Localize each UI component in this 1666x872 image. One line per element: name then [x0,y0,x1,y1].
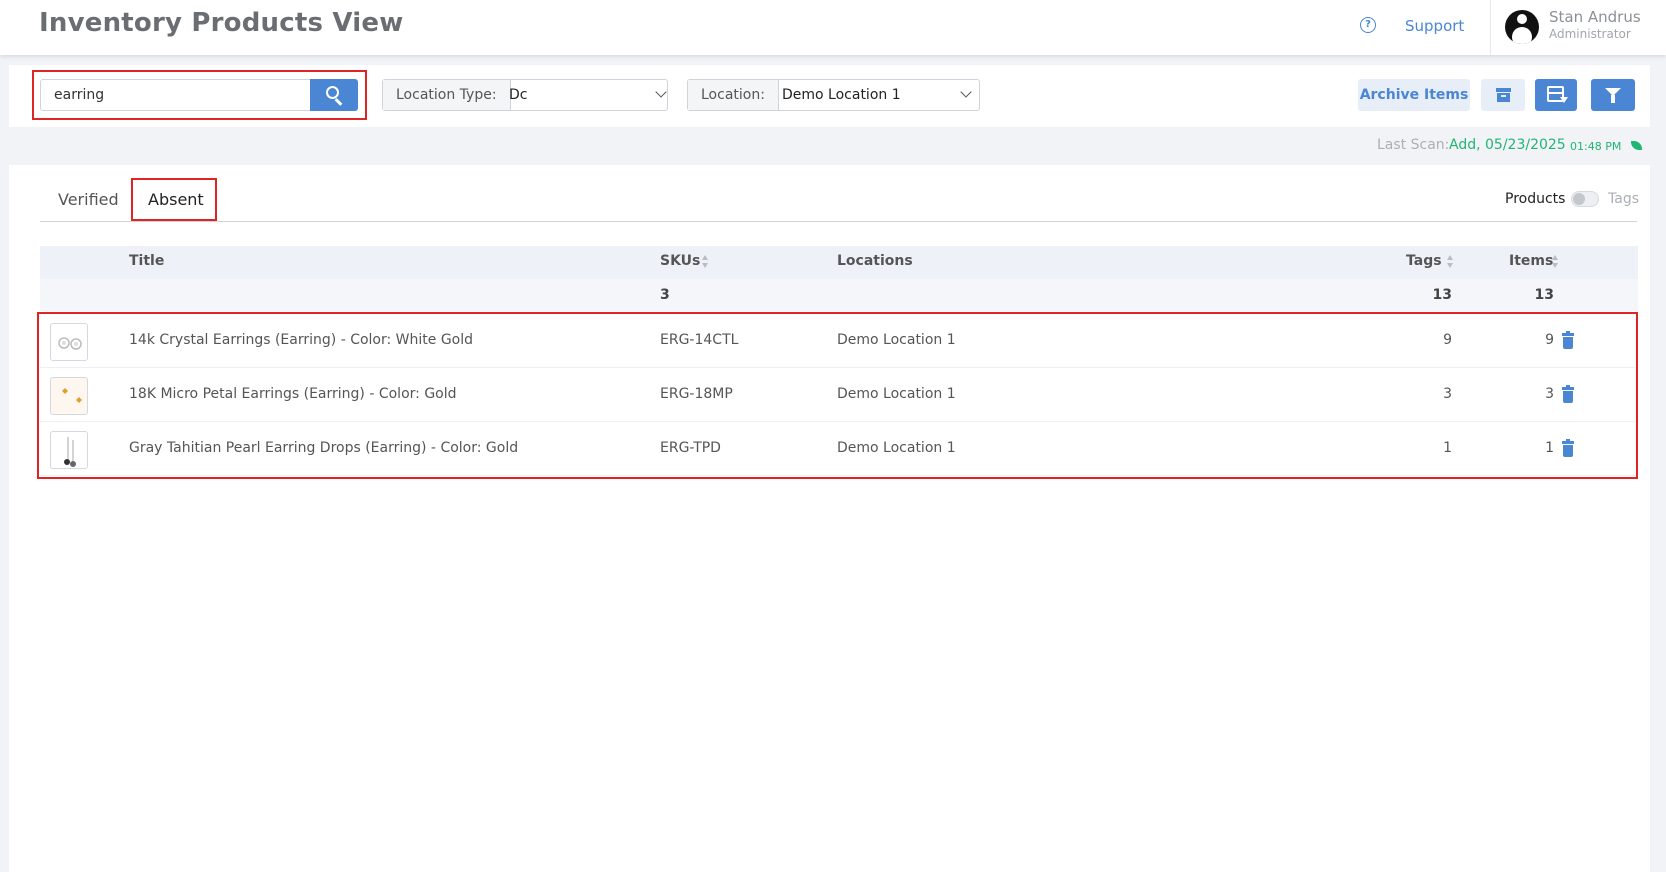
table-row[interactable]: 18K Micro Petal Earrings (Earring) - Col… [40,368,1635,422]
user-menu[interactable]: Stan Andrus Administrator [1490,0,1650,55]
total-items: 13 [1534,287,1554,303]
column-header-skus[interactable]: SKUs [660,253,700,269]
last-scan-time: 01:48 PM [1570,140,1622,153]
user-role: Administrator [1549,27,1631,41]
row-sku: ERG-TPD [660,440,721,456]
trash-icon[interactable] [1562,385,1574,403]
location-type-label: Location Type: [383,80,511,110]
row-location: Demo Location 1 [837,440,956,456]
sort-icon[interactable] [1552,255,1559,269]
row-tags: 3 [1443,386,1452,402]
location-select[interactable]: Location: Demo Location 1 [687,79,980,111]
row-title[interactable]: Gray Tahitian Pearl Earring Drops (Earri… [129,440,518,456]
column-header-locations: Locations [837,253,913,269]
search-button[interactable] [310,79,358,111]
last-scan-label: Last Scan: [1377,137,1450,153]
filter-button[interactable] [1591,79,1635,111]
row-location: Demo Location 1 [837,386,956,402]
row-items: 9 [1545,332,1554,348]
left-margin [0,55,9,872]
products-tags-toggle[interactable] [1571,191,1599,207]
row-items: 1 [1545,440,1554,456]
column-header-tags[interactable]: Tags [1406,253,1442,269]
total-tags: 13 [1432,287,1452,303]
sort-icon[interactable] [702,255,709,269]
product-thumbnail [50,377,88,415]
trash-icon[interactable] [1562,439,1574,457]
question-circle-icon[interactable]: ? [1360,17,1376,33]
tab-divider [40,221,1637,222]
totals-row: 3 13 13 [40,279,1638,311]
support-link[interactable]: Support [1405,17,1464,35]
row-tags: 9 [1443,332,1452,348]
right-margin [1650,55,1666,872]
table-row[interactable]: 14k Crystal Earrings (Earring) - Color: … [40,314,1635,368]
location-type-value: Dc [509,87,528,103]
last-scan-value: Add, 05/23/2025 [1449,137,1566,153]
row-sku: ERG-18MP [660,386,733,402]
avatar [1505,10,1539,44]
table-row[interactable]: Gray Tahitian Pearl Earring Drops (Earri… [40,422,1635,476]
user-name: Stan Andrus [1549,8,1641,26]
product-thumbnail [50,323,88,361]
toggle-knob [1573,193,1585,205]
column-header-title: Title [129,253,165,269]
location-value: Demo Location 1 [782,87,901,103]
total-skus: 3 [660,287,670,303]
location-type-select[interactable]: Location Type: Dc [382,79,668,111]
sort-icon[interactable] [1447,255,1454,269]
row-title[interactable]: 14k Crystal Earrings (Earring) - Color: … [129,332,473,348]
toggle-products-label: Products [1505,191,1566,207]
chevron-down-icon [960,86,972,98]
toggle-tags-label: Tags [1608,191,1639,207]
row-location: Demo Location 1 [837,332,956,348]
trash-icon[interactable] [1562,331,1574,349]
archive-box-button[interactable] [1481,79,1525,111]
location-label: Location: [688,80,779,110]
row-items: 3 [1545,386,1554,402]
top-bar: Inventory Products View ? Support Stan A… [0,0,1666,55]
tab-verified[interactable]: Verified [58,190,119,209]
export-excel-button[interactable] [1535,79,1577,111]
product-thumbnail [50,431,88,469]
row-sku: ERG-14CTL [660,332,739,348]
column-header-items[interactable]: Items [1509,253,1553,269]
table-header: Title SKUs Locations Tags Items [40,246,1638,279]
archive-items-button[interactable]: Archive Items [1358,79,1470,111]
search-input[interactable] [40,79,311,111]
row-tags: 1 [1443,440,1452,456]
tab-absent[interactable]: Absent [148,190,204,209]
content-top-gap [9,55,1650,65]
row-title[interactable]: 18K Micro Petal Earrings (Earring) - Col… [129,386,457,402]
chevron-down-icon [655,86,667,98]
page-title: Inventory Products View [39,8,404,38]
